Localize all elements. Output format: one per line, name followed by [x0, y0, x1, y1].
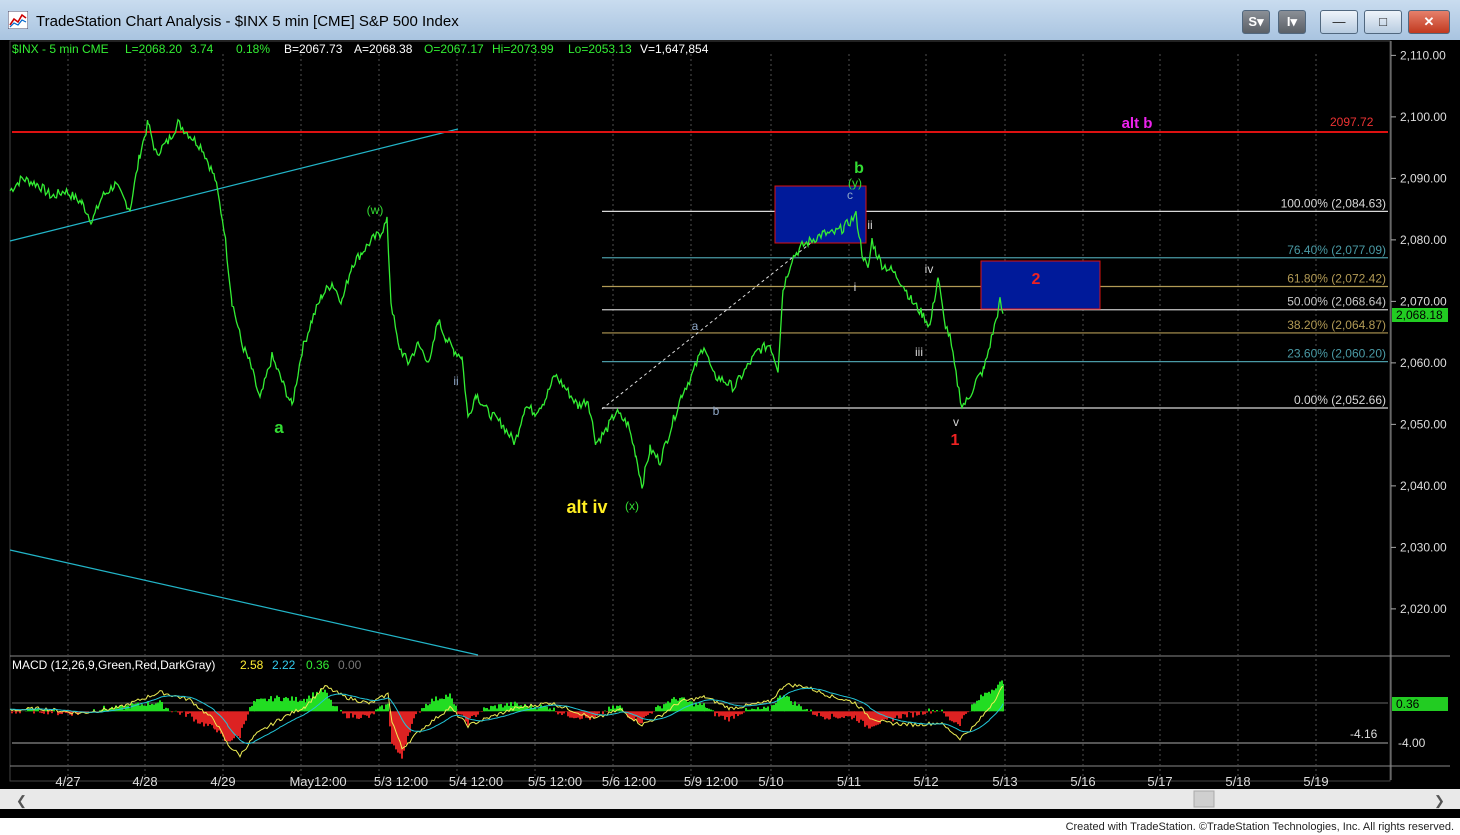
- macd-level-label: -4.16: [1350, 727, 1378, 741]
- minimize-button[interactable]: —: [1320, 10, 1358, 34]
- price-chart[interactable]: 2,110.00 2,100.00 2,090.00 2,080.00 2,070.00…: [0, 40, 1460, 818]
- price-tick-label: 2,110.00: [1400, 48, 1446, 62]
- wave-label: iii: [915, 345, 923, 359]
- pct-change: 0.18%: [236, 42, 270, 56]
- alt-b-price-label: 2097.72: [1330, 115, 1374, 129]
- time-tick-label: 4/28: [132, 774, 157, 789]
- macd-value: 2.58: [240, 658, 264, 672]
- chart-window: TradeStation Chart Analysis - $INX 5 min…: [0, 0, 1460, 835]
- fib-level-label: 50.00% (2,068.64): [1287, 295, 1386, 309]
- chart-background: [0, 40, 1460, 818]
- footer-bar: Created with TradeStation. ©TradeStation…: [0, 818, 1460, 835]
- wave-label: (x): [625, 499, 639, 513]
- fib-level-label: 61.80% (2,072.42): [1287, 271, 1386, 285]
- time-tick-label: 4/29: [210, 774, 235, 789]
- horizontal-scrollbar[interactable]: [0, 789, 1460, 809]
- scrollbar-thumb[interactable]: [1193, 790, 1215, 808]
- wave-label: alt b: [1122, 115, 1153, 132]
- time-tick-label: 4/27: [55, 774, 80, 789]
- price-tick-label: 2,050.00: [1400, 417, 1447, 431]
- net-change: 3.74: [190, 42, 214, 56]
- wave-label: b: [713, 404, 720, 418]
- time-tick-label: 5/5 12:00: [528, 774, 582, 789]
- wave-label: a: [274, 418, 284, 437]
- wave-label: i: [854, 280, 857, 294]
- fib-level-label: 76.40% (2,077.09): [1287, 243, 1386, 257]
- time-tick-label: 5/18: [1225, 774, 1250, 789]
- macd-header: MACD (12,26,9,Green,Red,DarkGray) 2.58 2…: [12, 658, 362, 672]
- credit-text: Created with TradeStation. ©TradeStation…: [1065, 821, 1454, 833]
- price-tick-label: 2,040.00: [1400, 479, 1447, 493]
- title-bar[interactable]: TradeStation Chart Analysis - $INX 5 min…: [0, 0, 1460, 41]
- price-tick-label: 2,020.00: [1400, 602, 1447, 616]
- price-tick-label: 2,080.00: [1400, 233, 1447, 247]
- price-tick-label: 2,060.00: [1400, 356, 1447, 370]
- low-price: Lo=2053.13: [568, 42, 632, 56]
- time-tick-label: 5/11: [837, 774, 861, 789]
- time-tick-label: 5/16: [1070, 774, 1095, 789]
- fib-level-label: 0.00% (2,052.66): [1294, 393, 1386, 407]
- time-tick-label: 5/3 12:00: [374, 774, 428, 789]
- symbol-label: $INX - 5 min CME: [12, 42, 109, 56]
- wave-label: b: [854, 160, 864, 177]
- bid-price: B=2067.73: [284, 42, 343, 56]
- close-button[interactable]: ✕: [1408, 10, 1450, 34]
- fib-level-label: 23.60% (2,060.20): [1287, 347, 1386, 361]
- price-tick-label: 2,090.00: [1400, 171, 1447, 185]
- scroll-right-icon[interactable]: ❯: [1434, 793, 1445, 809]
- macd-axis-label: -4.00: [1398, 736, 1426, 750]
- time-tick-label: 5/17: [1147, 774, 1172, 789]
- wave-label: 2: [1032, 271, 1041, 288]
- wave-label: a: [692, 319, 699, 333]
- macd-zero-value: 0.00: [338, 658, 362, 672]
- time-tick-label: 5/19: [1303, 774, 1328, 789]
- price-tick-label: 2,070.00: [1400, 294, 1447, 308]
- maximize-button[interactable]: □: [1364, 10, 1402, 34]
- wave-label: 1: [951, 432, 960, 449]
- fib-level-label: 100.00% (2,084.63): [1281, 196, 1386, 210]
- wave-label: c: [847, 188, 853, 202]
- time-tick-label: 5/4 12:00: [449, 774, 503, 789]
- high-price: Hi=2073.99: [492, 42, 554, 56]
- wave-label: ii: [867, 218, 872, 232]
- last-price: L=2068.20: [125, 42, 182, 56]
- fib-level-label: 38.20% (2,064.87): [1287, 318, 1386, 332]
- macd-hist-value: 0.36: [306, 658, 330, 672]
- time-tick-label: May12:00: [289, 774, 346, 789]
- macd-signal-value: 2.22: [272, 658, 296, 672]
- price-tick-label: 2,030.00: [1400, 540, 1447, 554]
- wave-label: ii: [453, 374, 458, 388]
- last-price-marker-label: 2,068.18: [1396, 308, 1443, 322]
- macd-title: MACD (12,26,9,Green,Red,DarkGray): [12, 658, 215, 672]
- i-menu-button[interactable]: I▾: [1278, 10, 1306, 34]
- time-tick-label: 5/9 12:00: [684, 774, 738, 789]
- s-menu-button[interactable]: S▾: [1242, 10, 1270, 34]
- macd-last-marker-label: 0.36: [1396, 697, 1420, 711]
- time-tick-label: 5/6 12:00: [602, 774, 656, 789]
- time-tick-label: 5/13: [992, 774, 1017, 789]
- scroll-left-icon[interactable]: ❮: [16, 793, 27, 809]
- wave-label: (w): [367, 203, 384, 217]
- wave-label: alt iv: [566, 497, 607, 517]
- time-tick-label: 5/10: [758, 774, 783, 789]
- window-title: TradeStation Chart Analysis - $INX 5 min…: [36, 13, 459, 30]
- open-price: O=2067.17: [424, 42, 484, 56]
- time-tick-label: 5/12: [913, 774, 938, 789]
- wave-label: iv: [925, 262, 934, 276]
- wave-label: v: [953, 415, 959, 429]
- price-tick-label: 2,100.00: [1400, 110, 1447, 124]
- volume-value: V=1,647,854: [640, 42, 709, 56]
- ask-price: A=2068.38: [354, 42, 413, 56]
- chart-app-icon: [8, 11, 28, 29]
